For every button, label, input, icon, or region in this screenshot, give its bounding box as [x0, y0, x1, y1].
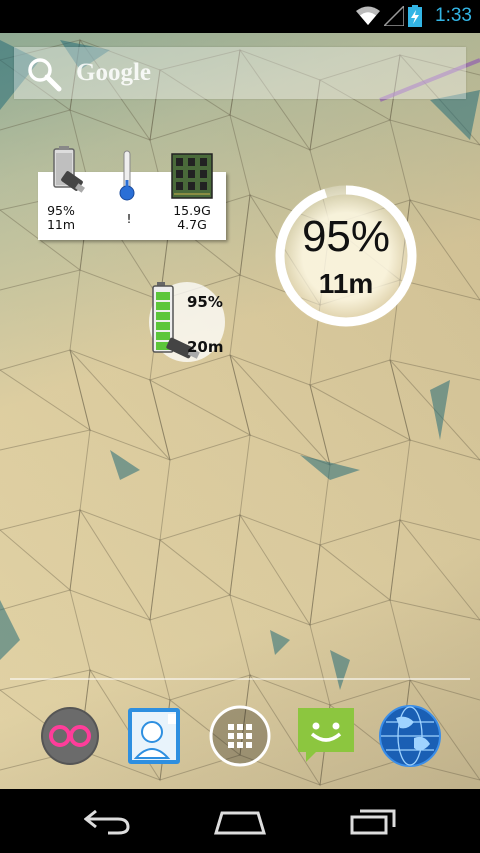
sysinfo-memory-total: 15.9G	[173, 203, 211, 218]
battery-icon-widget[interactable]: 95% 20m	[143, 278, 235, 368]
battery-widget-time: 20m	[187, 338, 224, 356]
dock-divider	[10, 678, 470, 680]
contacts-app-icon[interactable]	[122, 704, 186, 768]
search-icon	[28, 58, 62, 92]
battery-cell	[156, 292, 170, 300]
signal-icon	[384, 6, 404, 26]
sysinfo-memory: 15.9G 4.7G	[166, 204, 218, 232]
browser-globe-icon[interactable]	[378, 704, 442, 768]
sysinfo-memory-free: 4.7G	[177, 217, 207, 232]
navigation-bar	[0, 789, 480, 853]
sysinfo-battery-time: 11m	[46, 217, 76, 232]
ram-chip-icon	[171, 153, 213, 199]
battery-cell	[156, 332, 170, 340]
status-bar: 1:33	[0, 0, 480, 33]
flickr-app-icon[interactable]	[38, 704, 102, 768]
wifi-icon	[356, 6, 380, 25]
usb-plug-battery-icon	[53, 146, 85, 193]
google-search-label: Google	[76, 59, 151, 86]
battery-cell	[156, 322, 170, 330]
ring-time: 11m	[318, 268, 374, 299]
battery-ring-widget[interactable]: 95% 11m	[270, 180, 422, 332]
home-icon[interactable]	[214, 807, 266, 835]
recent-apps-icon[interactable]	[350, 807, 398, 835]
sysinfo-battery: 95% 11m	[42, 204, 80, 232]
google-search-bar[interactable]: Google	[14, 47, 466, 99]
thermometer-icon	[119, 150, 135, 201]
battery-cell	[156, 302, 170, 310]
messaging-app-icon[interactable]	[294, 704, 358, 768]
battery-charging-icon	[408, 5, 422, 27]
battery-widget-percent: 95%	[187, 293, 223, 311]
back-icon[interactable]	[84, 807, 130, 835]
sysinfo-battery-percent: 95%	[47, 203, 75, 218]
status-time: 1:33	[435, 5, 472, 26]
sysinfo-temperature-value: !	[126, 211, 132, 226]
ring-percent: 95%	[301, 212, 391, 261]
app-drawer-icon[interactable]	[208, 704, 272, 768]
battery-cell	[156, 312, 170, 320]
sysinfo-temperature: !	[118, 212, 140, 226]
